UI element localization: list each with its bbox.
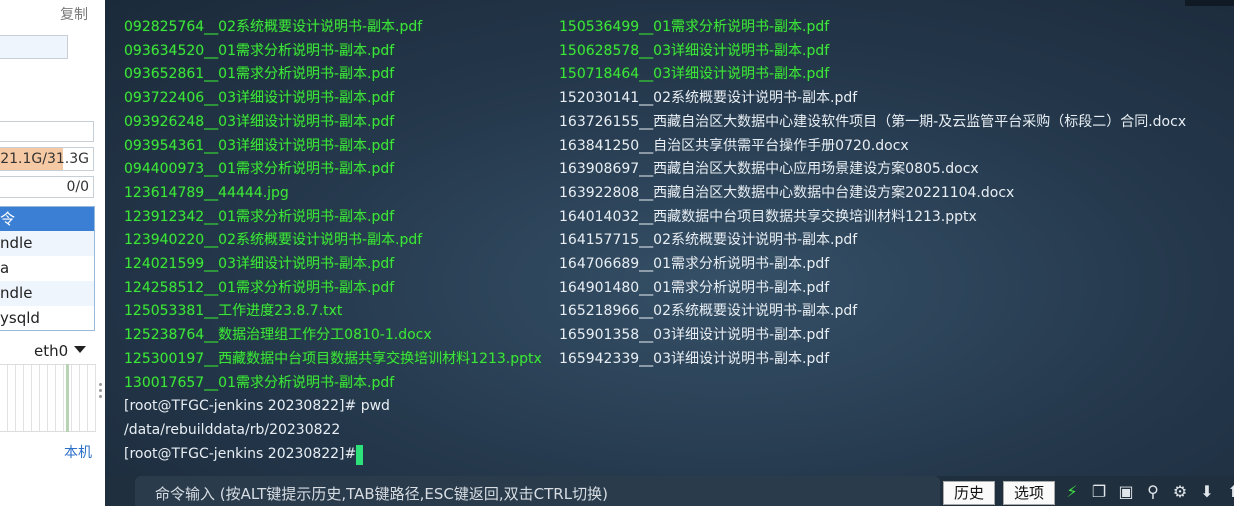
terminal-line: 164157715__02系统概要设计说明书-副本.pdf: [559, 232, 858, 249]
copy-icon[interactable]: ❐: [1090, 483, 1108, 501]
cpu-meter: [0, 121, 94, 142]
options-button[interactable]: 选项: [1003, 481, 1055, 505]
terminal-top-bar: [1185, 0, 1234, 6]
terminal[interactable]: 092825764__02系统概要设计说明书-副本.pdf 093634520__…: [105, 0, 1234, 476]
terminal-line: 164014032__西藏数据中台项目数据共享交换培训材料1213.pptx: [559, 208, 977, 225]
copy-link[interactable]: 复制: [60, 4, 88, 24]
terminal-line: /data/rebuilddata/rb/20230822: [124, 421, 341, 438]
terminal-cursor: [356, 444, 363, 465]
process-row[interactable]: ndle: [0, 231, 94, 256]
terminal-line: 094400973__01需求分析说明书-副本.pdf: [124, 161, 395, 178]
command-bar: 命令输入 (按ALT键提示历史,TAB键路径,ESC键返回,双击CTRL切换) …: [105, 476, 1234, 506]
terminal-line: 093652861__01需求分析说明书-副本.pdf: [124, 66, 395, 83]
terminal-line: [root@TFGC-jenkins 20230822]#: [124, 445, 357, 462]
terminal-line: 152030141__02系统概要设计说明书-副本.pdf: [559, 90, 858, 107]
terminal-line: 150718464__03详细设计说明书-副本.pdf: [559, 66, 830, 83]
terminal-line: 093722406__03详细设计说明书-副本.pdf: [124, 90, 395, 107]
command-input-placeholder: 命令输入 (按ALT键提示历史,TAB键路径,ESC键返回,双击CTRL切换): [155, 485, 608, 503]
terminal-line: 150628578__03详细设计说明书-副本.pdf: [559, 42, 830, 59]
ip-field[interactable]: [0, 35, 68, 59]
host-link[interactable]: 本机: [64, 442, 92, 462]
terminal-line: 163841250__自治区共享供需平台操作手册0720.docx: [559, 137, 909, 154]
process-row[interactable]: ndle: [0, 281, 94, 306]
grip-dot: [99, 383, 102, 386]
terminal-line: 165942339__03详细设计说明书-副本.pdf: [559, 350, 830, 367]
left-panel: 复制 21.1G/31.3G 0/0 令 ndle a ndle ysqld eth0…: [0, 0, 105, 506]
swap-text: 0/0: [66, 179, 89, 195]
terminal-line: 124021599__03详细设计说明书-副本.pdf: [124, 256, 395, 272]
terminal-line: 163908697__西藏自治区大数据中心应用场景建设方案0805.docx: [559, 161, 979, 178]
history-button[interactable]: 历史: [943, 481, 995, 505]
download-icon[interactable]: ⬇: [1198, 483, 1216, 501]
terminal-line: 164901480__01需求分析说明书-副本.pdf: [559, 279, 830, 296]
terminal-line: 164706689__01需求分析说明书-副本.pdf: [559, 256, 830, 272]
terminal-line: 163922808__西藏自治区大数据中心数据中台建设方案20221104.do…: [559, 184, 1015, 201]
terminal-line: 093926248__03详细设计说明书-副本.pdf: [124, 113, 395, 130]
terminal-line: 163726155__西藏自治区大数据中心建设软件项目（第一期-及云监管平台采购…: [559, 113, 1187, 130]
network-graph: [0, 364, 96, 432]
terminal-line: 165218966__02系统概要设计说明书-副本.pdf: [559, 303, 858, 320]
settings-icon[interactable]: ⚙: [1171, 483, 1189, 501]
memory-text: 21.1G/31.3G: [0, 151, 89, 167]
terminal-line: 125238764__数据治理组工作分工0810-1.docx: [124, 327, 432, 344]
terminal-line: 124258512__01需求分析说明书-副本.pdf: [124, 279, 395, 296]
terminal-line: 125053381__工作进度23.8.7.txt: [124, 303, 343, 320]
terminal-line: 093954361__03详细设计说明书-副本.pdf: [124, 137, 395, 154]
grip-dot: [99, 395, 102, 398]
network-interface-select[interactable]: eth0: [34, 342, 68, 360]
swap-meter: 0/0: [0, 176, 94, 198]
terminal-line: 123614789__44444.jpg: [124, 184, 289, 201]
upload-icon[interactable]: ⬆: [1225, 483, 1234, 501]
panel-splitter-handle[interactable]: [96, 380, 104, 402]
memory-meter: 21.1G/31.3G: [0, 147, 94, 171]
terminal-line: 092825764__02系统概要设计说明书-副本.pdf: [124, 19, 423, 35]
terminal-line: [root@TFGC-jenkins 20230822]# pwd: [124, 398, 390, 415]
command-input[interactable]: 命令输入 (按ALT键提示历史,TAB键路径,ESC键返回,双击CTRL切换): [135, 476, 940, 506]
terminal-line: 165901358__03详细设计说明书-副本.pdf: [559, 327, 830, 344]
network-graph-bar: [66, 364, 69, 432]
terminal-line: 123940220__02系统概要设计说明书-副本.pdf: [124, 232, 423, 249]
terminal-line: 130017657__01需求分析说明书-副本.pdf: [124, 374, 395, 391]
paste-icon[interactable]: ▣: [1117, 483, 1135, 501]
process-list-header[interactable]: 令: [0, 207, 94, 231]
process-row[interactable]: a: [0, 256, 94, 281]
terminal-line: 125300197__西藏数据中台项目数据共享交换培训材料1213.pptx: [124, 350, 542, 367]
process-row[interactable]: ysqld: [0, 306, 94, 330]
lightning-icon[interactable]: ⚡: [1063, 483, 1081, 501]
terminal-line: 150536499__01需求分析说明书-副本.pdf: [559, 19, 830, 35]
search-icon[interactable]: ⚲: [1144, 483, 1162, 501]
chevron-down-icon[interactable]: [74, 346, 86, 353]
process-list: 令 ndle a ndle ysqld: [0, 206, 95, 331]
terminal-line: 123912342__01需求分析说明书-副本.pdf: [124, 208, 395, 225]
grip-dot: [99, 389, 102, 392]
terminal-line: 093634520__01需求分析说明书-副本.pdf: [124, 42, 395, 59]
